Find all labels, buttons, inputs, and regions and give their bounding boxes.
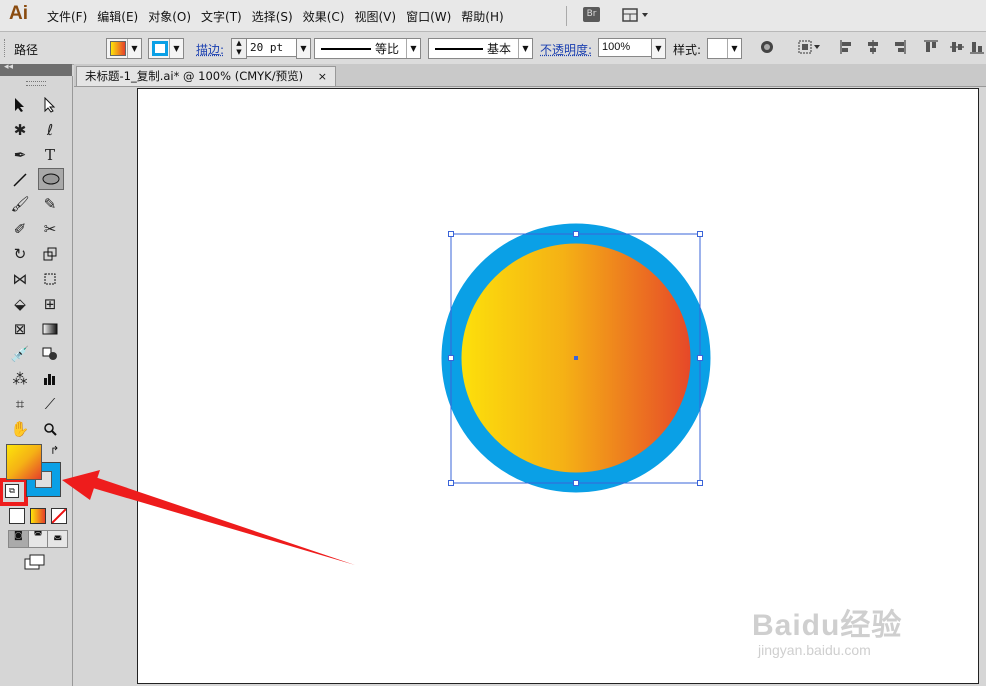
watermark-brand: Baidu经验 <box>752 609 903 642</box>
annotation-arrow-shaft <box>86 476 355 565</box>
handle-top-center[interactable] <box>573 231 579 237</box>
artwork-layer <box>62 223 711 565</box>
handle-top-left[interactable] <box>448 231 454 237</box>
baidu-watermark: Baidu经验 jingyan.baidu.com <box>752 600 902 658</box>
fill-color-swatch[interactable] <box>6 444 42 480</box>
handle-top-right[interactable] <box>697 231 703 237</box>
annotation-arrow-head <box>62 470 100 500</box>
handle-bottom-center[interactable] <box>573 480 579 486</box>
handle-bottom-right[interactable] <box>697 480 703 486</box>
center-point <box>574 356 578 360</box>
handle-middle-left[interactable] <box>448 355 454 361</box>
handle-middle-right[interactable] <box>697 355 703 361</box>
handle-bottom-left[interactable] <box>448 480 454 486</box>
watermark-url: jingyan.baidu.com <box>758 642 871 658</box>
